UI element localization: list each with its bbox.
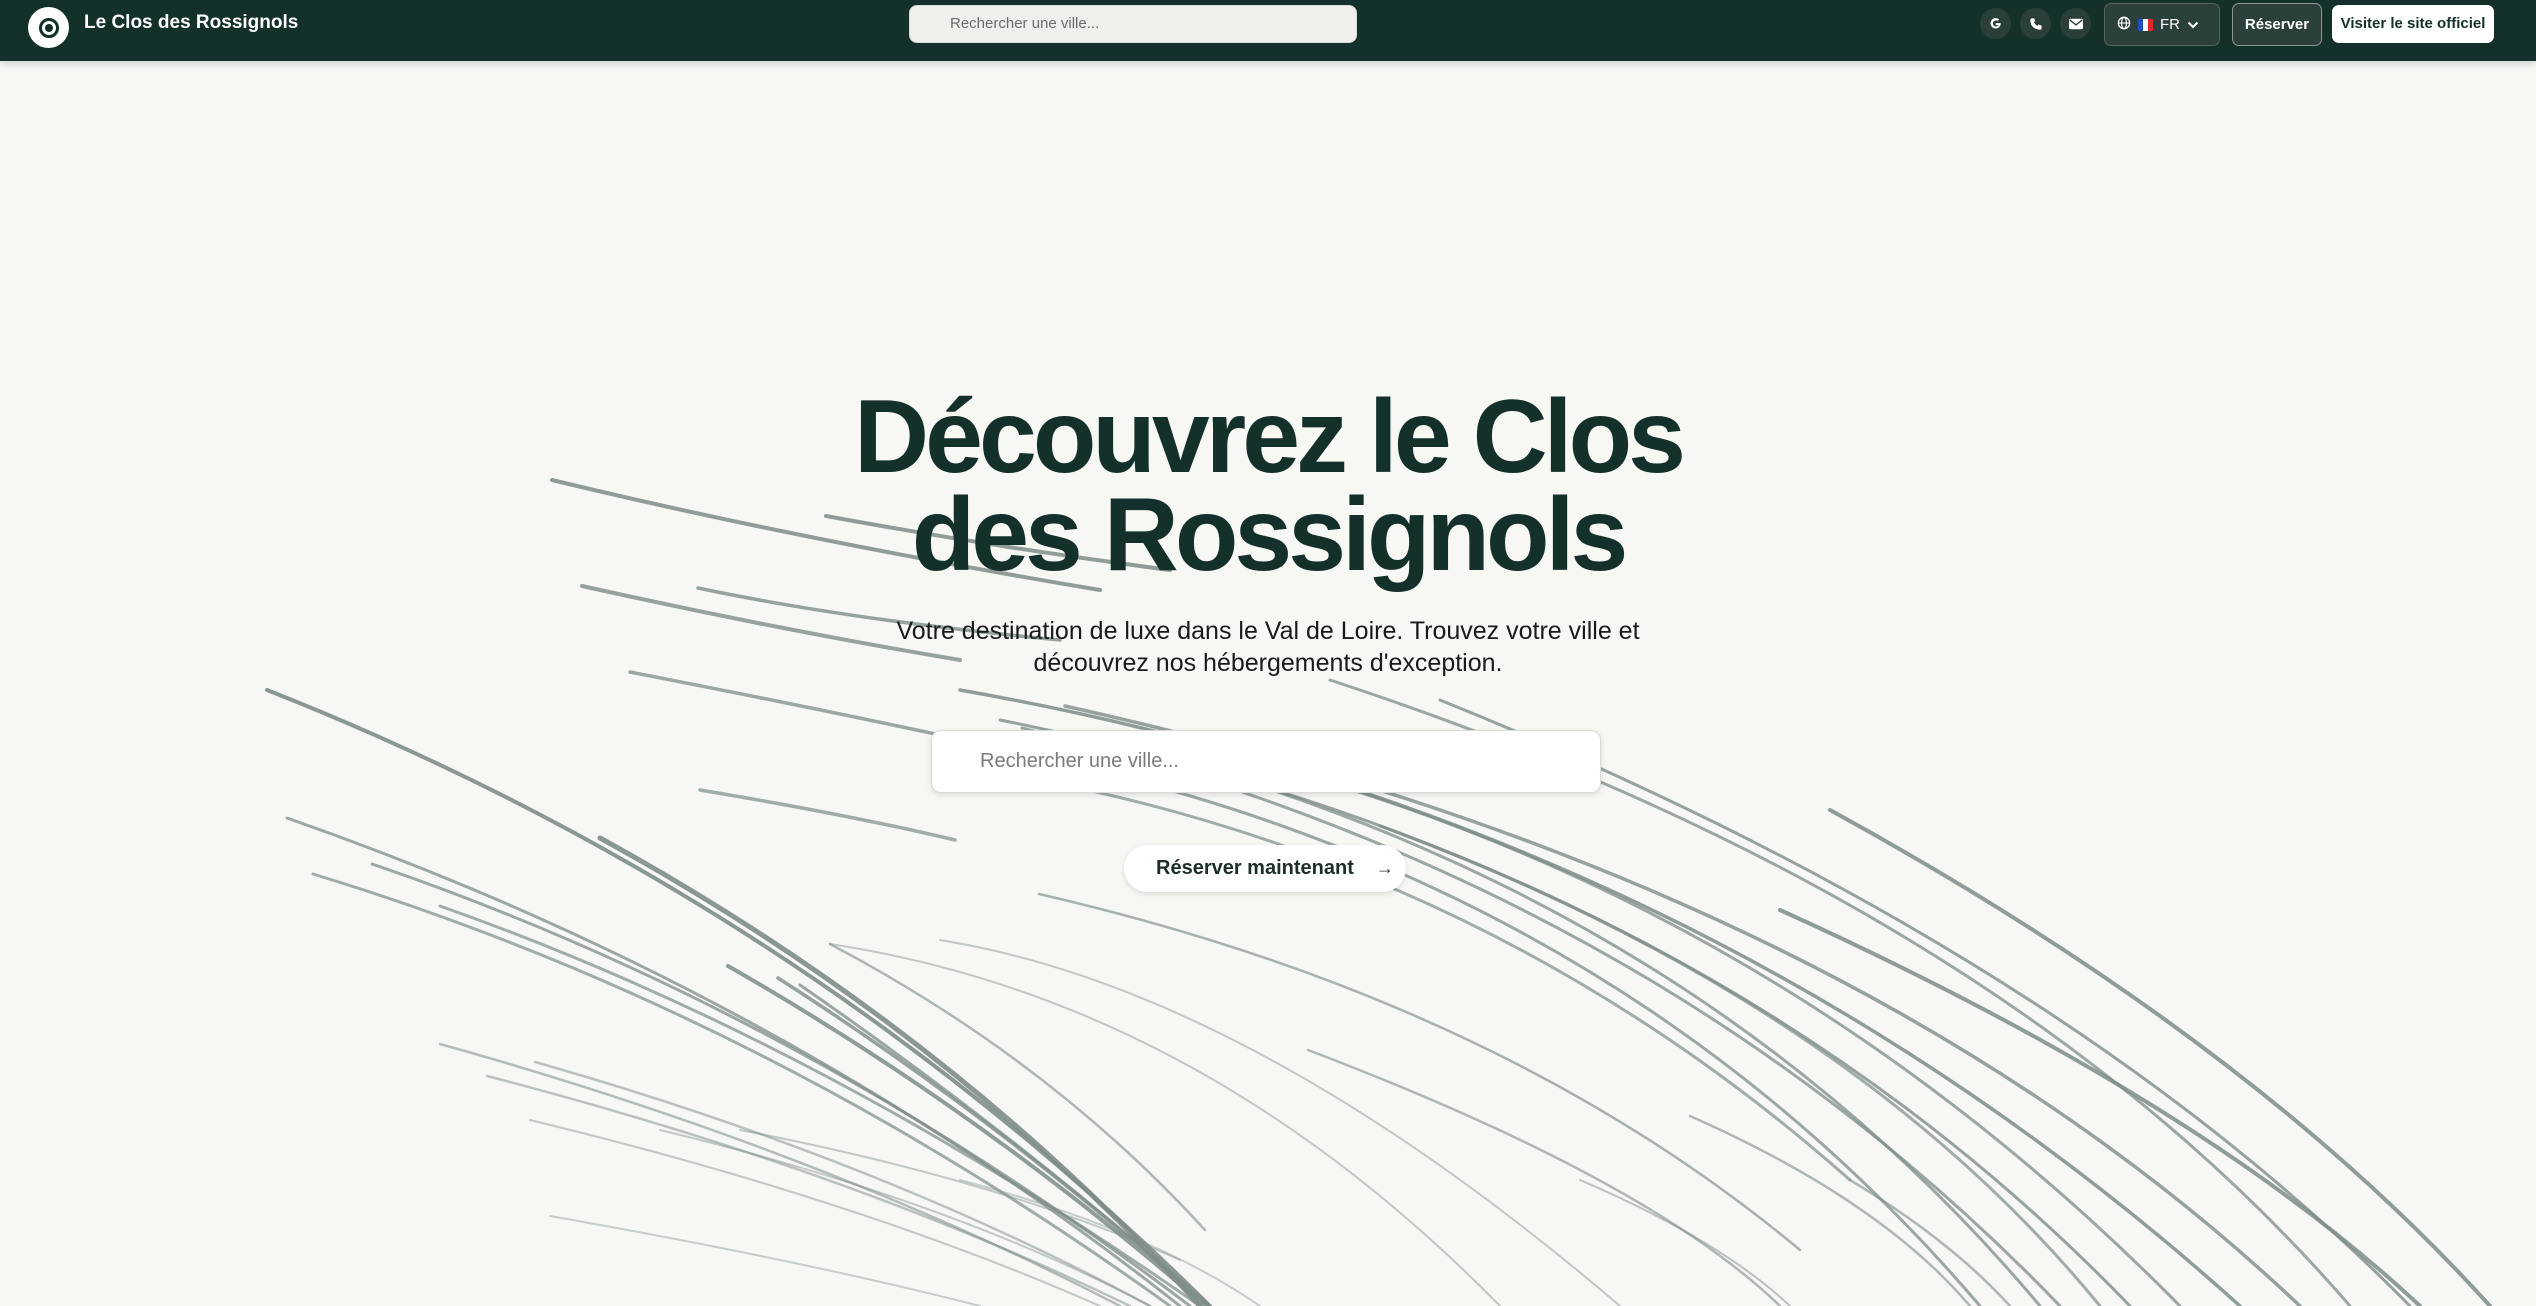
hero-title-line-2: des Rossignols bbox=[911, 477, 1629, 593]
header-search-input[interactable]: Rechercher une ville... bbox=[909, 5, 1357, 43]
mail-icon[interactable] bbox=[2060, 8, 2091, 39]
google-icon[interactable] bbox=[1980, 8, 2011, 39]
arrow-right-icon: → bbox=[1375, 858, 1394, 878]
logo-icon[interactable] bbox=[28, 7, 69, 48]
hero-title: Découvrez le Clos des Rossignols bbox=[768, 385, 1768, 587]
language-code: FR bbox=[2160, 16, 2180, 33]
globe-icon bbox=[2117, 16, 2131, 34]
visit-official-site-button[interactable]: Visiter le site officiel bbox=[2332, 5, 2494, 43]
hero-subtitle: Votre destination de luxe dans le Val de… bbox=[868, 615, 1668, 679]
hero-subtitle-line-1: Votre destination de luxe dans le Val de… bbox=[896, 617, 1640, 645]
france-flag-icon bbox=[2138, 18, 2153, 31]
hero-search-input[interactable]: Rechercher une ville... bbox=[931, 730, 1601, 793]
phone-icon[interactable] bbox=[2020, 8, 2051, 39]
book-now-label: Réserver maintenant bbox=[1156, 857, 1354, 879]
book-now-button[interactable]: Réserver maintenant → bbox=[1124, 845, 1406, 892]
chevron-down-icon bbox=[2187, 16, 2199, 33]
language-selector[interactable]: FR bbox=[2104, 3, 2220, 46]
brand-name[interactable]: Le Clos des Rossignols bbox=[84, 11, 298, 35]
top-navbar: Le Clos des Rossignols Rechercher une vi… bbox=[0, 0, 2536, 61]
hero-subtitle-line-2: découvrez nos hébergements d'exception. bbox=[1033, 649, 1503, 677]
reserve-button[interactable]: Réserver bbox=[2232, 3, 2322, 46]
